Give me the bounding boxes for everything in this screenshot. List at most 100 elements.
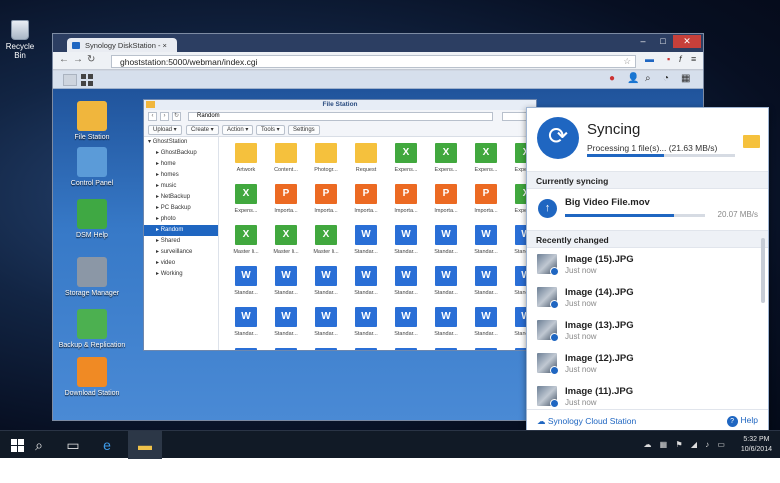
maximize-icon[interactable]: □ [653,35,673,48]
recent-item[interactable]: Image (14).JPG Just now [527,281,768,314]
tools-button[interactable]: Tools ▾ [256,125,285,135]
dsm-file-station[interactable]: File Station [57,101,127,141]
help-link[interactable]: ? Help [726,415,758,427]
file-item[interactable]: W Standar... [346,222,386,262]
action-button[interactable]: Action ▾ [222,125,254,135]
tree-item[interactable]: ▸ Random [144,225,218,236]
file-item[interactable]: W [306,345,346,350]
recent-scrollbar[interactable] [761,238,765,303]
file-item[interactable]: P Importa... [266,181,306,221]
system-tray[interactable]: ☁ ▦ ⚑ ◢ ♪ ▭ [643,440,728,449]
internet-explorer-button[interactable]: e [90,431,124,459]
file-item[interactable]: W Standar... [346,304,386,344]
refresh-icon[interactable]: ↻ [172,112,181,121]
file-item[interactable]: W Standar... [426,263,466,303]
file-item[interactable]: W Standar... [386,304,426,344]
dsm-control-panel[interactable]: Control Panel [57,147,127,187]
file-item[interactable]: Content... [266,140,306,180]
open-folder-icon[interactable] [743,135,760,148]
cloud-station-link[interactable]: ☁ Synology Cloud Station [537,416,636,427]
file-item[interactable]: W Standar... [466,263,506,303]
upload-button[interactable]: Upload ▾ [148,125,182,135]
url-input[interactable]: ghoststation:5000/webman/index.cgi ☆ [111,55,636,68]
dsm-help[interactable]: DSM Help [57,199,127,239]
file-item[interactable]: W Standar... [426,222,466,262]
tree-item[interactable]: ▸ GhostBackup [144,148,218,159]
tree-root[interactable]: ▾ GhostStation [144,137,218,148]
file-explorer-button[interactable]: ▬ [128,431,162,459]
bookmark-star-icon[interactable]: ☆ [623,56,631,67]
extension-icon[interactable]: ▬ [645,54,654,64]
create-button[interactable]: Create ▾ [186,125,219,135]
file-item[interactable]: W [226,345,266,350]
file-item[interactable]: Artwork [226,140,266,180]
tree-item[interactable]: ▸ home [144,159,218,170]
file-item[interactable]: P Importa... [386,181,426,221]
clock[interactable]: 5:32 PM 10/6/2014 [741,435,772,455]
tree-item[interactable]: ▸ Working [144,269,218,280]
file-item[interactable]: Photogr... [306,140,346,180]
tree-item[interactable]: ▸ PC Backup [144,203,218,214]
file-item[interactable]: P Importa... [426,181,466,221]
tree-item[interactable]: ▸ homes [144,170,218,181]
file-item[interactable]: X Expens... [386,140,426,180]
task-view-button[interactable]: ▭ [56,431,90,459]
file-item[interactable]: W Standar... [386,222,426,262]
file-item[interactable]: W Standar... [226,304,266,344]
file-item[interactable]: W [346,345,386,350]
close-icon[interactable]: ✕ [673,35,701,48]
file-item[interactable]: X Expens... [226,181,266,221]
forward-icon[interactable]: › [160,112,169,121]
file-item[interactable]: W Standar... [266,304,306,344]
tree-item[interactable]: ▸ photo [144,214,218,225]
lastpass-icon[interactable]: ▪ [667,54,670,64]
file-item[interactable]: P Importa... [306,181,346,221]
file-item[interactable]: W Standar... [226,263,266,303]
current-sync-item[interactable]: ↑ Big Video File.mov 20.07 MB/s [527,189,768,231]
file-item[interactable]: W Standar... [266,263,306,303]
file-item[interactable]: W [426,345,466,350]
file-item[interactable]: W Standar... [306,263,346,303]
search-taskbar-button[interactable]: ⌕ [22,431,56,459]
forward-icon[interactable]: → [73,54,83,65]
path-field[interactable]: Random [188,112,493,121]
file-item[interactable]: X Master li... [266,222,306,262]
widgets-icon[interactable]: ◔ [663,73,669,84]
tree-item[interactable]: ▸ NetBackup [144,192,218,203]
recent-item[interactable]: Image (12).JPG Just now [527,347,768,380]
main-menu-icon[interactable] [81,74,93,86]
tree-item[interactable]: ▸ video [144,258,218,269]
tree-item[interactable]: ▸ surveillance [144,247,218,258]
file-item[interactable]: W [386,345,426,350]
user-icon[interactable]: 👤 [627,73,639,84]
file-item[interactable]: W [266,345,306,350]
file-item[interactable]: X Expens... [426,140,466,180]
dsm-backup-replication[interactable]: Backup & Replication [57,309,127,349]
font-extension-icon[interactable]: f [679,54,682,64]
recycle-bin[interactable]: Recycle Bin [0,20,40,60]
file-item[interactable]: W Standar... [466,304,506,344]
file-item[interactable]: W Standar... [346,263,386,303]
file-item[interactable]: W Standar... [466,222,506,262]
notification-icon[interactable]: ● [609,73,615,84]
tree-item[interactable]: ▸ Shared [144,236,218,247]
tree-item[interactable]: ▸ music [144,181,218,192]
file-item[interactable]: P Importa... [346,181,386,221]
file-item[interactable]: X Master li... [306,222,346,262]
minimize-icon[interactable]: – [633,35,653,48]
settings-button[interactable]: Settings [288,125,320,135]
recent-item[interactable]: Image (15).JPG Just now [527,248,768,281]
show-desktop-button[interactable] [63,74,77,86]
dsm-storage-manager[interactable]: Storage Manager [57,257,127,297]
file-item[interactable]: Request [346,140,386,180]
file-item[interactable]: W [466,345,506,350]
reload-icon[interactable]: ↻ [87,54,95,65]
file-item[interactable]: P Importa... [466,181,506,221]
menu-icon[interactable]: ≡ [691,54,696,64]
file-item[interactable]: W Standar... [306,304,346,344]
dsm-download-station[interactable]: Download Station [57,357,127,397]
back-icon[interactable]: ← [59,54,69,65]
search-icon[interactable]: ⌕ [645,73,651,84]
file-item[interactable]: X Expens... [466,140,506,180]
file-item[interactable]: W Standar... [386,263,426,303]
